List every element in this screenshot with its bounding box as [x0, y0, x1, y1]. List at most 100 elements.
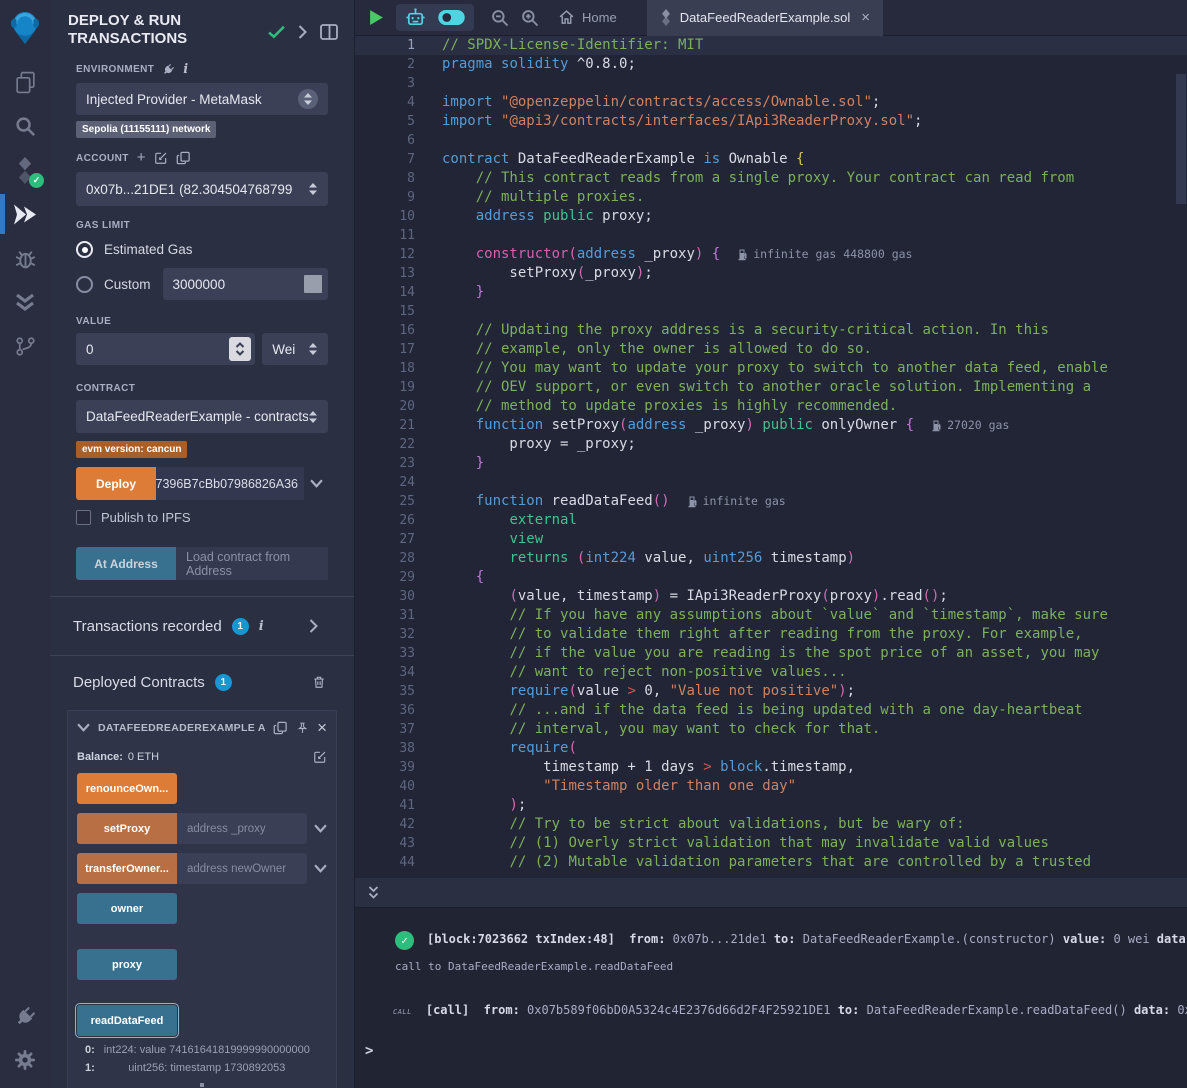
copy-account-icon[interactable] [176, 150, 191, 166]
zoom-out-icon[interactable] [490, 8, 510, 28]
code-line[interactable]: 40 "Timestamp older than one day" [355, 777, 1187, 796]
sidebar-item-file-explorer[interactable] [0, 60, 50, 104]
line-number[interactable]: 25 [355, 492, 415, 511]
line-number[interactable]: 16 [355, 321, 415, 340]
line-number[interactable]: 44 [355, 853, 415, 872]
function-arg-input[interactable] [177, 853, 307, 884]
code-line[interactable]: 38 require( [355, 739, 1187, 758]
terminal-log-deploy[interactable]: ✓ [block:7023662 txIndex:48] from: 0x07b… [395, 930, 1187, 950]
function-button-transferowner[interactable]: transferOwner... [77, 853, 177, 884]
tab-datafeedreaderexample[interactable]: DataFeedReaderExample.sol × [647, 0, 883, 36]
line-number[interactable]: 29 [355, 568, 415, 587]
code-line[interactable]: 29 { [355, 568, 1187, 587]
code-line[interactable]: 23 } [355, 454, 1187, 473]
line-number[interactable]: 43 [355, 834, 415, 853]
contract-select[interactable]: DataFeedReaderExample - contracts [76, 400, 328, 433]
function-button-setproxy[interactable]: setProxy [77, 813, 177, 844]
sidebar-item-search[interactable] [0, 104, 50, 148]
function-button-proxy[interactable]: proxy [77, 949, 177, 980]
sidebar-item-deploy-run[interactable] [0, 192, 50, 236]
line-number[interactable]: 18 [355, 359, 415, 378]
line-number[interactable]: 11 [355, 226, 415, 245]
sidebar-item-git[interactable] [0, 324, 50, 368]
close-tab-icon[interactable]: × [861, 9, 870, 26]
custom-gas-input[interactable]: 3000000 [163, 268, 328, 300]
code-line[interactable]: 30 (value, timestamp) = IApi3ReaderProxy… [355, 587, 1187, 606]
code-line[interactable]: 17 // example, only the owner is allowed… [355, 340, 1187, 359]
line-number[interactable]: 26 [355, 511, 415, 530]
line-number[interactable]: 22 [355, 435, 415, 454]
line-number[interactable]: 4 [355, 93, 415, 112]
line-number[interactable]: 5 [355, 112, 415, 131]
sign-message-edit-icon[interactable] [154, 151, 168, 165]
function-button-owner[interactable]: owner [77, 893, 177, 924]
deploy-button[interactable]: Deploy [76, 467, 156, 500]
chevron-right-icon[interactable] [298, 25, 307, 39]
line-number[interactable]: 39 [355, 758, 415, 777]
contract-stepper-icon[interactable] [308, 410, 318, 424]
expand-args-chevron-icon[interactable] [314, 824, 327, 833]
code-line[interactable]: 18 // You may want to update your proxy … [355, 359, 1187, 378]
line-number[interactable]: 28 [355, 549, 415, 568]
function-arg-input[interactable] [177, 813, 307, 844]
environment-select[interactable]: Injected Provider - MetaMask [76, 83, 328, 115]
line-number[interactable]: 36 [355, 701, 415, 720]
transactions-expand-chevron-icon[interactable] [309, 619, 318, 633]
code-line[interactable]: 37 // interval, you may want to check fo… [355, 720, 1187, 739]
code-line[interactable]: 27 view [355, 530, 1187, 549]
transactions-recorded-row[interactable]: Transactions recorded 1 i [50, 597, 354, 655]
line-number[interactable]: 32 [355, 625, 415, 644]
copilot-toggle[interactable] [437, 9, 466, 26]
code-line[interactable]: 36 // ...and if the data feed is being u… [355, 701, 1187, 720]
line-number[interactable]: 7 [355, 150, 415, 169]
line-number[interactable]: 12 [355, 245, 415, 264]
line-number[interactable]: 17 [355, 340, 415, 359]
code-line[interactable]: 35 require(value > 0, "Value not positiv… [355, 682, 1187, 701]
code-line[interactable]: 14 } [355, 283, 1187, 302]
value-unit-select[interactable]: Wei [262, 333, 328, 365]
code-line[interactable]: 1// SPDX-License-Identifier: MIT [355, 36, 1187, 55]
run-script-play-icon[interactable] [369, 9, 384, 26]
line-number[interactable]: 34 [355, 663, 415, 682]
tab-home[interactable]: Home [558, 9, 617, 26]
sidebar-item-settings[interactable] [0, 1038, 50, 1082]
line-number[interactable]: 8 [355, 169, 415, 188]
line-number[interactable]: 1 [355, 36, 415, 55]
at-address-button[interactable]: At Address [76, 547, 176, 580]
code-line[interactable]: 32 // to validate them right after readi… [355, 625, 1187, 644]
line-number[interactable]: 13 [355, 264, 415, 283]
code-line[interactable]: 21 function setProxy(address _proxy) pub… [355, 416, 1187, 435]
line-number[interactable]: 42 [355, 815, 415, 834]
line-number[interactable]: 23 [355, 454, 415, 473]
code-line[interactable]: 5import "@api3/contracts/interfaces/IApi… [355, 112, 1187, 131]
code-line[interactable]: 33 // if the value you are reading is th… [355, 644, 1187, 663]
value-stepper-icon[interactable] [229, 337, 251, 361]
pin-contract-icon[interactable] [296, 720, 309, 736]
expand-args-chevron-icon[interactable] [314, 864, 327, 873]
value-input[interactable]: 0 [76, 333, 255, 365]
code-line[interactable]: 16 // Updating the proxy address is a se… [355, 321, 1187, 340]
line-number[interactable]: 2 [355, 55, 415, 74]
collapse-terminal-double-chevron-icon[interactable] [367, 886, 380, 900]
code-line[interactable]: 8 // This contract reads from a single p… [355, 169, 1187, 188]
custom-gas-radio[interactable] [76, 276, 93, 293]
code-line[interactable]: 4import "@openzeppelin/contracts/access/… [355, 93, 1187, 112]
collapse-card-chevron-icon[interactable] [77, 723, 90, 732]
code-line[interactable]: 11 [355, 226, 1187, 245]
sidebar-item-static-analysis[interactable] [0, 280, 50, 324]
line-number[interactable]: 38 [355, 739, 415, 758]
account-stepper-icon[interactable] [308, 182, 318, 196]
code-line[interactable]: 12 constructor(address _proxy) {infinite… [355, 245, 1187, 264]
edit-balance-icon[interactable] [313, 750, 327, 764]
sidebar-item-solidity-compiler[interactable]: ✓ [0, 148, 50, 192]
code-line[interactable]: 22 proxy = _proxy; [355, 435, 1187, 454]
line-number[interactable]: 20 [355, 397, 415, 416]
line-number[interactable]: 6 [355, 131, 415, 150]
environment-stepper-icon[interactable] [298, 89, 318, 109]
publish-ipfs-checkbox[interactable] [76, 510, 91, 525]
plug-mini-icon[interactable] [162, 63, 175, 76]
line-number[interactable]: 31 [355, 606, 415, 625]
terminal-log-call-summary[interactable]: call to DataFeedReaderExample.readDataFe… [395, 960, 1187, 973]
environment-info-icon[interactable]: i [183, 62, 188, 77]
line-number[interactable]: 19 [355, 378, 415, 397]
